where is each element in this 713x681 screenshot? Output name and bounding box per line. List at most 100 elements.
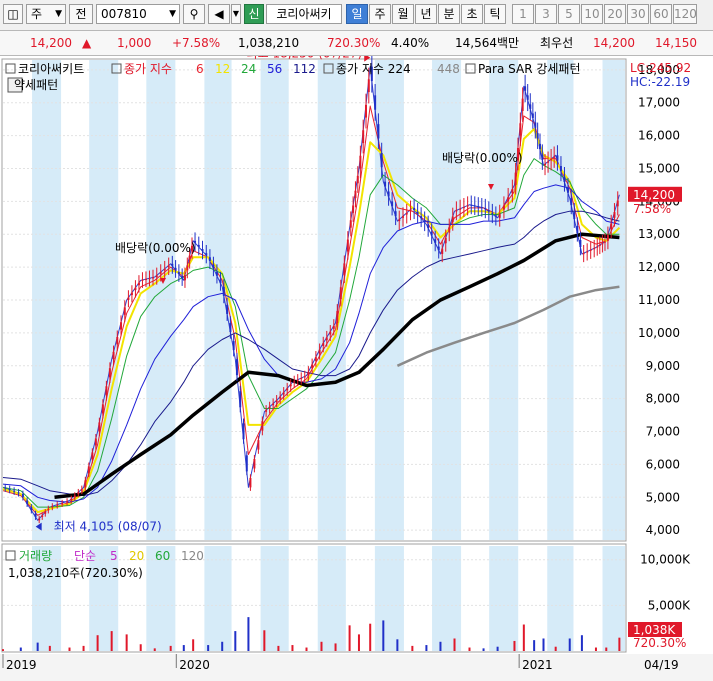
interval-button-3[interactable]: 3 <box>535 4 557 24</box>
candle-body <box>130 292 133 296</box>
last-change-label: 7.58% <box>633 202 671 216</box>
volume-bar <box>513 640 516 651</box>
search-icon[interactable]: ⚲ <box>183 4 205 24</box>
candle-body <box>405 212 408 215</box>
candle-body <box>163 268 166 271</box>
candle-body <box>541 154 544 160</box>
volume-ratio: 720.30% <box>327 36 381 50</box>
candle-body <box>374 95 377 110</box>
volume-bar <box>568 638 571 651</box>
candle-body <box>17 492 20 494</box>
candle-body <box>576 226 579 234</box>
volume-bar <box>348 625 351 651</box>
candle-body <box>144 279 147 281</box>
candle-body <box>380 152 383 168</box>
candle-body <box>538 143 541 150</box>
volume-bar <box>125 634 128 651</box>
price-change: 1,000 <box>117 36 152 50</box>
period-tab-2[interactable]: 월 <box>392 4 414 24</box>
candle-body <box>480 207 483 209</box>
candle-body <box>171 263 174 266</box>
period-tab-6[interactable]: 틱 <box>484 4 506 24</box>
volume-bar <box>96 635 99 651</box>
volume-ma-period: 5 <box>110 549 118 563</box>
period-tab-3[interactable]: 년 <box>415 4 437 24</box>
candle-body <box>174 267 177 270</box>
interval-button-30[interactable]: 30 <box>627 4 649 24</box>
candle-body <box>123 307 126 315</box>
x-tick-label: 2021 <box>522 658 553 672</box>
ma-label: 종가 지수 <box>124 62 172 76</box>
speaker-menu-icon[interactable]: ▼ <box>231 4 241 24</box>
candle-body <box>364 104 367 118</box>
stock-chart[interactable]: 18,00017,00016,00015,00014,00013,00012,0… <box>0 56 713 681</box>
candle-body <box>346 239 349 252</box>
candle-body <box>598 244 601 246</box>
volume-ma-period: 20 <box>129 549 144 563</box>
candle-body <box>208 257 211 261</box>
candle-body <box>205 253 208 256</box>
candle-body <box>582 253 585 255</box>
candle-body <box>61 503 64 505</box>
period-tab-4[interactable]: 분 <box>438 4 460 24</box>
candle-body <box>91 452 94 460</box>
candle-body <box>550 159 553 161</box>
volume-bar <box>277 645 280 651</box>
candle-body <box>526 95 529 100</box>
candle-body <box>181 276 184 279</box>
candle-body <box>529 104 532 109</box>
volume-bar <box>468 647 471 651</box>
candle-body <box>21 493 24 498</box>
candle-body <box>531 113 534 118</box>
candle-body <box>13 490 16 492</box>
price-tick-label: 15,000 <box>638 161 680 175</box>
period-tab-0[interactable]: 일 <box>346 4 368 24</box>
volume-bar <box>2 649 4 651</box>
candle-body <box>343 263 346 276</box>
candle-body <box>311 364 314 369</box>
volume-bar <box>382 620 385 651</box>
candle-body <box>66 501 69 503</box>
interval-button-60[interactable]: 60 <box>650 4 672 24</box>
interval-button-10[interactable]: 10 <box>581 4 603 24</box>
interval-button-1[interactable]: 1 <box>512 4 534 24</box>
candle-body <box>448 227 451 233</box>
candle-body <box>137 282 140 286</box>
candle-body <box>491 212 494 215</box>
interval-button-120[interactable]: 120 <box>673 4 697 24</box>
volume-bar <box>207 645 210 651</box>
lc-label: LC:245.92 <box>630 61 691 75</box>
volume-info: 1,038,210주(720.30%) <box>8 566 143 580</box>
market-select[interactable]: 주 ▼ <box>26 4 66 24</box>
candle-body <box>610 223 613 230</box>
candle-body <box>430 231 433 236</box>
volume-bar <box>48 645 51 651</box>
price-tick-label: 7,000 <box>646 425 680 439</box>
candle-body <box>80 489 83 491</box>
volume-bar <box>522 624 525 651</box>
grid-icon[interactable]: ◫ <box>3 4 23 24</box>
interval-button-20[interactable]: 20 <box>604 4 626 24</box>
candle-body <box>26 500 29 504</box>
stock-code-input[interactable]: 007810 ▼ <box>96 4 180 24</box>
x-axis: 2019 2020 2021 04/19 <box>0 654 713 681</box>
period-tab-1[interactable]: 주 <box>369 4 391 24</box>
last-price-label: 14,200 <box>633 188 675 202</box>
interval-button-5[interactable]: 5 <box>558 4 580 24</box>
period-tab-5[interactable]: 초 <box>461 4 483 24</box>
candle-body <box>151 277 154 279</box>
x-tick-label: 04/19 <box>644 658 679 672</box>
candle-body <box>73 495 76 498</box>
candle-body <box>553 156 556 158</box>
candle-body <box>362 130 365 144</box>
prev-button[interactable]: 전 <box>69 4 93 24</box>
volume-bar <box>396 639 399 651</box>
candle-body <box>487 210 490 212</box>
candle-body <box>235 359 238 376</box>
candle-body <box>212 264 215 269</box>
speaker-icon[interactable]: ◀ <box>208 4 230 24</box>
candle-body <box>466 205 469 207</box>
candle-body <box>116 336 119 345</box>
toolbar: ◫ 주 ▼ 전 007810 ▼ ⚲ ◀ ▼ 신 코리아써키 일주월년분초틱13… <box>0 0 713 31</box>
candle-body <box>416 212 419 215</box>
